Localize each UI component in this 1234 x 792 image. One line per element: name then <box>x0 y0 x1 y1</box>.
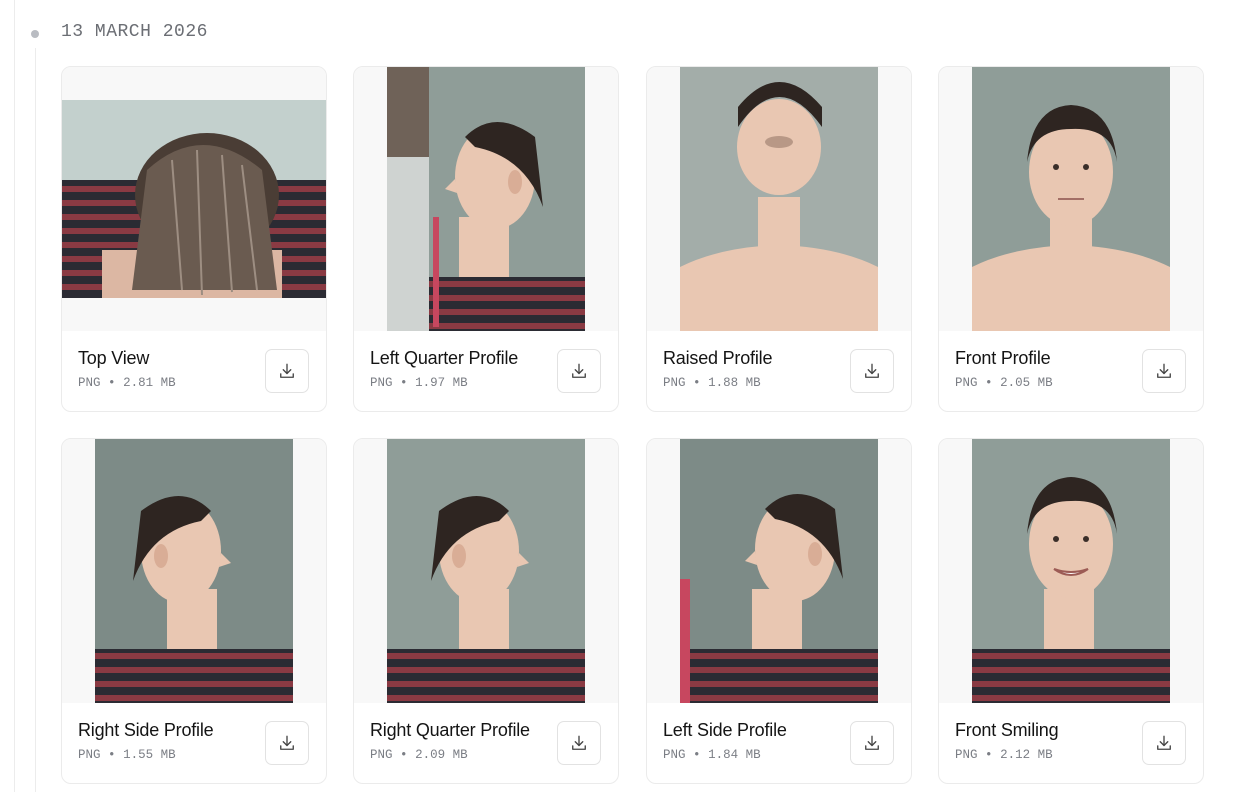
file-size: 1.55 MB <box>123 748 176 762</box>
photo-meta: PNG • 1.97 MB <box>370 376 468 390</box>
photo-thumbnail-frame[interactable] <box>62 439 326 703</box>
photo-thumbnail[interactable] <box>972 439 1170 703</box>
download-icon <box>569 361 589 381</box>
download-icon <box>277 733 297 753</box>
download-button[interactable] <box>557 721 601 765</box>
photo-card[interactable]: Right Side Profile PNG • 1.55 MB <box>61 438 327 784</box>
download-button[interactable] <box>557 349 601 393</box>
file-format: PNG <box>955 376 978 390</box>
download-button[interactable] <box>265 349 309 393</box>
photo-thumbnail-frame[interactable] <box>647 67 911 331</box>
file-size: 1.97 MB <box>415 376 468 390</box>
photo-meta: PNG • 1.84 MB <box>663 748 761 762</box>
meta-separator: • <box>985 376 993 390</box>
photo-title: Right Quarter Profile <box>370 720 530 740</box>
file-format: PNG <box>370 748 393 762</box>
download-icon <box>569 733 589 753</box>
photo-title: Left Side Profile <box>663 720 787 740</box>
file-format: PNG <box>663 748 686 762</box>
photo-title: Top View <box>78 348 150 368</box>
photo-title: Front Smiling <box>955 720 1059 740</box>
photo-thumbnail-frame[interactable] <box>62 67 326 331</box>
meta-separator: • <box>693 376 701 390</box>
photo-thumbnail-frame[interactable] <box>354 439 618 703</box>
photo-title: Front Profile <box>955 348 1051 368</box>
photo-title: Left Quarter Profile <box>370 348 519 368</box>
download-button[interactable] <box>850 349 894 393</box>
file-size: 1.88 MB <box>708 376 761 390</box>
download-button[interactable] <box>1142 721 1186 765</box>
download-icon <box>862 733 882 753</box>
photo-meta: PNG • 2.05 MB <box>955 376 1053 390</box>
file-format: PNG <box>78 376 101 390</box>
photo-card[interactable]: Top View PNG • 2.81 MB <box>61 66 327 412</box>
meta-separator: • <box>400 376 408 390</box>
photo-card[interactable]: Right Quarter Profile PNG • 2.09 MB <box>353 438 619 784</box>
photo-thumbnail[interactable] <box>680 67 878 331</box>
download-button[interactable] <box>850 721 894 765</box>
download-icon <box>1154 361 1174 381</box>
file-format: PNG <box>370 376 393 390</box>
photo-thumbnail[interactable] <box>62 100 326 298</box>
file-size: 2.09 MB <box>415 748 468 762</box>
download-icon <box>1154 733 1174 753</box>
file-format: PNG <box>663 376 686 390</box>
photo-meta: PNG • 1.55 MB <box>78 748 176 762</box>
photo-thumbnail[interactable] <box>95 439 293 703</box>
photo-meta: PNG • 2.09 MB <box>370 748 468 762</box>
meta-separator: • <box>108 748 116 762</box>
file-size: 2.05 MB <box>1000 376 1053 390</box>
timeline-rail <box>35 48 36 792</box>
meta-separator: • <box>693 748 701 762</box>
photo-thumbnail-frame[interactable] <box>939 67 1203 331</box>
file-size: 2.81 MB <box>123 376 176 390</box>
photo-thumbnail[interactable] <box>972 67 1170 331</box>
file-format: PNG <box>78 748 101 762</box>
photo-title: Right Side Profile <box>78 720 214 740</box>
timeline-rail-outer <box>14 0 15 792</box>
photo-card[interactable]: Raised Profile PNG • 1.88 MB <box>646 66 912 412</box>
photo-thumbnail-frame[interactable] <box>647 439 911 703</box>
photo-meta: PNG • 2.12 MB <box>955 748 1053 762</box>
photo-thumbnail-frame[interactable] <box>354 67 618 331</box>
photo-title: Raised Profile <box>663 348 773 368</box>
meta-separator: • <box>985 748 993 762</box>
photo-thumbnail[interactable] <box>387 67 585 331</box>
photo-thumbnail-frame[interactable] <box>939 439 1203 703</box>
download-icon <box>277 361 297 381</box>
date-heading: 13 MARCH 2026 <box>61 22 208 42</box>
timeline-dot <box>31 30 39 38</box>
photo-card[interactable]: Left Quarter Profile PNG • 1.97 MB <box>353 66 619 412</box>
photo-card[interactable]: Left Side Profile PNG • 1.84 MB <box>646 438 912 784</box>
photo-thumbnail[interactable] <box>680 439 878 703</box>
meta-separator: • <box>400 748 408 762</box>
photo-card[interactable]: Front Smiling PNG • 2.12 MB <box>938 438 1204 784</box>
photo-meta: PNG • 1.88 MB <box>663 376 761 390</box>
file-format: PNG <box>955 748 978 762</box>
photo-thumbnail[interactable] <box>387 439 585 703</box>
download-button[interactable] <box>1142 349 1186 393</box>
download-icon <box>862 361 882 381</box>
meta-separator: • <box>108 376 116 390</box>
photo-meta: PNG • 2.81 MB <box>78 376 176 390</box>
file-size: 2.12 MB <box>1000 748 1053 762</box>
photo-card[interactable]: Front Profile PNG • 2.05 MB <box>938 66 1204 412</box>
file-size: 1.84 MB <box>708 748 761 762</box>
download-button[interactable] <box>265 721 309 765</box>
